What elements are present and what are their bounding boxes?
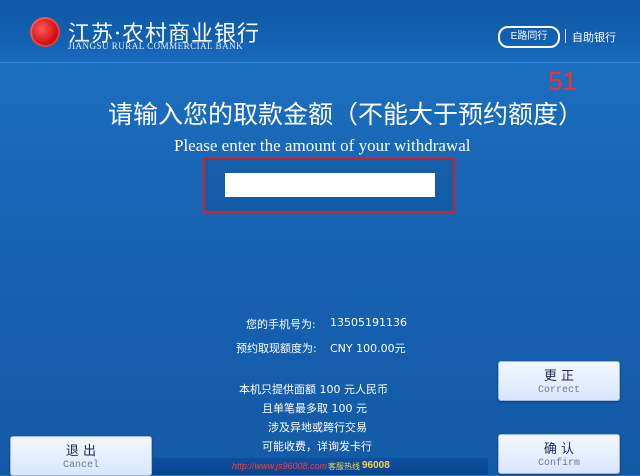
footer-hotline-number: 96008 — [362, 460, 390, 471]
bank-name-en: JIANGSU RURAL COMMERCIAL BANK — [68, 41, 244, 51]
reserved-amount-label: 预约取现额度为: — [236, 342, 317, 355]
service-logo: E路同行 — [498, 26, 560, 48]
exit-button-label-cn: 退 出 — [65, 444, 97, 459]
correct-button-label-cn: 更 正 — [543, 369, 575, 384]
footer-hotline-label: 客服热线 — [328, 462, 360, 471]
header-divider — [565, 29, 566, 43]
notice-line-2: 且单笔最多取 100 元 — [262, 402, 367, 415]
confirm-button-label-cn: 确 认 — [543, 442, 575, 457]
footer-bar: http://www.js96008.com 客服热线 96008 — [152, 458, 488, 475]
confirm-button[interactable]: 确 认 Confirm — [498, 434, 620, 474]
exit-button[interactable]: 退 出 Cancel — [10, 436, 152, 476]
correct-button[interactable]: 更 正 Correct — [498, 361, 620, 401]
notice-line-1: 本机只提供面额 100 元人民币 — [239, 383, 388, 396]
exit-button-label-en: Cancel — [62, 460, 99, 471]
bank-logo-icon — [30, 17, 60, 47]
prompt-title-cn: 请输入您的取款金额（不能大于预约额度） — [108, 100, 584, 129]
amount-input[interactable] — [225, 173, 435, 197]
notice-line-3: 涉及异地或跨行交易 — [268, 421, 367, 434]
notice-line-4: 可能收费，详询发卡行 — [262, 440, 372, 453]
atm-screen: 江苏·农村商业银行 JIANGSU RURAL COMMERCIAL BANK … — [0, 0, 640, 476]
phone-label: 您的手机号为: — [246, 318, 316, 331]
reserved-amount-value: CNY 100.00元 — [330, 342, 406, 355]
confirm-button-label-en: Confirm — [537, 458, 580, 469]
amount-input-frame — [203, 157, 455, 213]
header-bar: 江苏·农村商业银行 JIANGSU RURAL COMMERCIAL BANK … — [0, 0, 640, 63]
correct-button-label-en: Correct — [537, 385, 580, 396]
prompt-title-en: Please enter the amount of your withdraw… — [174, 136, 471, 155]
self-service-label: 自助银行 — [572, 31, 616, 44]
phone-value: 13505191136 — [330, 316, 407, 329]
footer-url: http://www.js96008.com — [232, 461, 328, 471]
countdown-timer: 51 — [548, 66, 577, 96]
